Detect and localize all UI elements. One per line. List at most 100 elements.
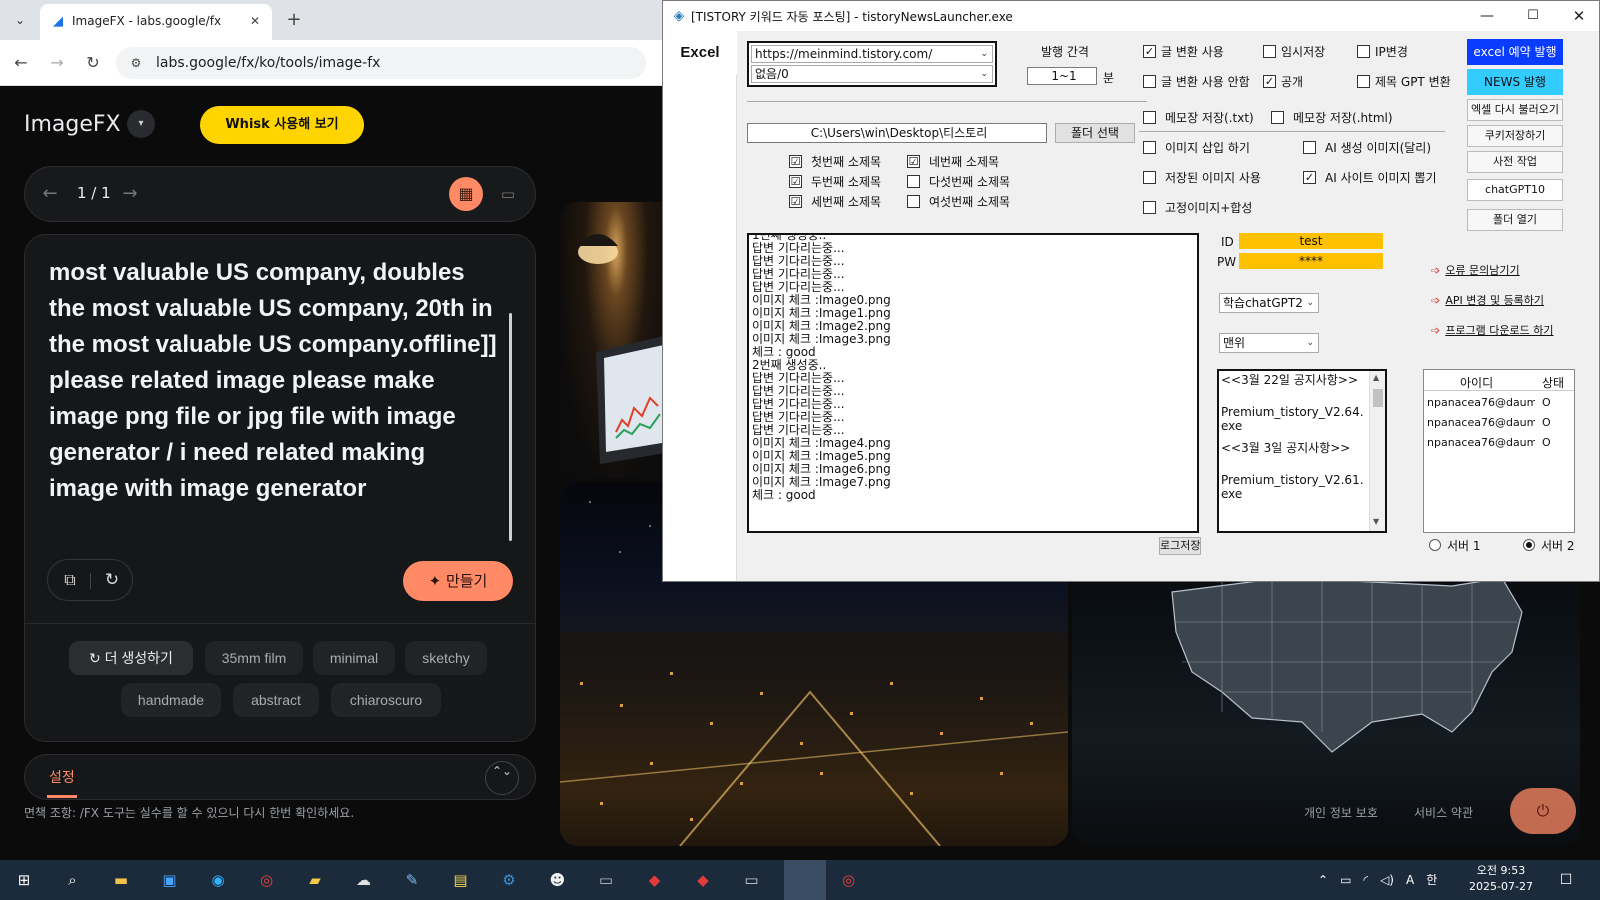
new-tab-icon[interactable]: + [282,8,306,32]
open-folder-button[interactable]: 폴더 열기 [1467,209,1563,231]
maximize-icon[interactable]: ☐ [1521,5,1545,27]
style-chip[interactable]: chiaroscuro [331,683,441,717]
excel-reload-button[interactable]: 엑셀 다시 불러오기 [1467,99,1563,121]
penguin-icon[interactable]: ☻ [544,866,572,894]
server-2-radio[interactable] [1523,539,1535,551]
account-id[interactable]: npanacea76@daum [1427,396,1535,409]
clock[interactable]: 오전 9:53 2025-07-27 [1456,863,1546,895]
close-icon[interactable]: ✕ [246,12,264,30]
ip-change-checkbox[interactable] [1357,45,1370,58]
sticky-notes-icon[interactable]: ▤ [447,866,475,894]
style-chip[interactable]: abstract [233,683,319,717]
subtitle-1-checkbox[interactable]: ☑ [789,155,802,168]
excel-reserve-button[interactable]: excel 예약 발행 [1467,39,1563,65]
whisk-try-button[interactable]: Whisk 사용해 보기 [200,106,364,144]
subtitle-5-checkbox[interactable] [907,175,920,188]
server-1-radio[interactable] [1429,539,1441,551]
interval-input[interactable]: 1~1 [1027,67,1097,85]
notification-icon[interactable]: ☐ [1556,870,1576,890]
scroll-thumb[interactable] [1373,389,1383,407]
network-icon[interactable]: ◜ [1363,873,1368,887]
expand-collapse-icon[interactable]: ⌃⌄ [485,761,519,795]
subtitle-2-checkbox[interactable]: ☑ [789,175,802,188]
red-app-icon-2[interactable]: ◆ [689,866,717,894]
style-chip[interactable]: sketchy [405,641,487,675]
subtitle-6-checkbox[interactable] [907,195,920,208]
url-text[interactable]: labs.google/fx/ko/tools/image-fx [156,55,380,71]
chevron-down-icon[interactable]: ▾ [127,110,155,138]
pre-work-button[interactable]: 사전 작업 [1467,151,1563,173]
arrow-left-icon[interactable]: ← [37,181,63,207]
file-explorer-icon[interactable]: ▬ [107,866,135,894]
subtitle-4-checkbox[interactable]: ☑ [907,155,920,168]
window-titlebar[interactable]: ◈ [TISTORY 키워드 자동 포스팅] - tistoryNewsLaun… [663,1,1599,31]
memo-html-checkbox[interactable] [1271,111,1284,124]
blog-url-combo[interactable]: https://meinmind.tistory.com/ ⌄ [751,45,993,63]
text-convert-checkbox[interactable]: ✓ [1143,45,1156,58]
error-inquiry-link[interactable]: ➩ 오류 문의남기기 [1431,259,1520,278]
tab-search-dropdown-icon[interactable]: ⌄ [8,8,32,32]
feedback-icon[interactable]: ⏻ [1510,788,1576,834]
arrow-right-icon[interactable]: → [117,181,143,207]
error-inquiry-label[interactable]: 오류 문의남기기 [1445,264,1519,277]
edge-icon[interactable]: ◉ [204,866,232,894]
scroll-down-icon[interactable]: ▼ [1373,517,1379,526]
close-icon[interactable]: ✕ [1567,5,1591,27]
copy-icon[interactable]: ⧉ [58,568,82,592]
position-combo[interactable]: 맨위 ⌄ [1219,333,1319,353]
windows-start-icon[interactable]: ⊞ [10,866,38,894]
api-change-label[interactable]: API 변경 및 등록하기 [1445,294,1544,307]
ai-image-dalle-checkbox[interactable] [1303,141,1316,154]
chrome-icon[interactable]: ◎ [253,866,281,894]
style-chip[interactable]: 35mm film [205,641,303,675]
settings-label[interactable]: 설정 [49,767,75,787]
back-icon[interactable]: ← [8,50,34,76]
paint-icon[interactable]: ☁ [350,866,378,894]
minimize-icon[interactable]: — [1475,5,1499,27]
window-icon[interactable]: ▭ [592,866,620,894]
prompt-scrollbar[interactable] [509,313,512,541]
store-icon[interactable]: ▣ [156,866,184,894]
saved-image-checkbox[interactable] [1143,171,1156,184]
chatgpt-model-field[interactable]: chatGPT10 [1467,179,1563,201]
account-id[interactable]: npanacea76@daum [1427,436,1535,449]
font-icon[interactable]: A [1406,873,1414,887]
site-info-icon[interactable]: ⚙ [126,53,146,73]
chrome-icon-2[interactable]: ◎ [835,866,863,894]
notice-listbox[interactable]: <<3월 22일 공지사항>> Premium_tistory_V2.64.ex… [1217,369,1387,533]
accounts-list[interactable]: 아이디 상태 npanacea76@daum O npanacea76@daum… [1423,369,1575,533]
terms-link[interactable]: 서비스 약관 [1414,804,1473,821]
ime-korean-icon[interactable]: 한 [1426,873,1437,887]
window-icon-2[interactable]: ▭ [738,866,766,894]
reload-icon[interactable]: ↻ [80,50,106,76]
log-save-button[interactable]: 로그저장 [1159,537,1201,555]
program-download-link[interactable]: ➩ 프로그램 다운로드 하기 [1431,319,1554,338]
list-view-icon[interactable]: ▭ [491,177,525,211]
prompt-textarea[interactable]: most valuable US company, doubles the mo… [49,255,501,507]
public-checkbox[interactable]: ✓ [1263,75,1276,88]
api-change-link[interactable]: ➩ API 변경 및 등록하기 [1431,289,1544,308]
subtitle-3-checkbox[interactable]: ☑ [789,195,802,208]
browser-tab[interactable]: ◢ ImageFX - labs.google/fx ✕ [40,4,272,40]
reset-icon[interactable]: ↻ [100,568,124,592]
folder-path-input[interactable]: C:\Users\win\Desktop\티스토리 [747,123,1047,143]
log-textbox[interactable]: 1번째 생성중.. 답변 기다리는중... 답변 기다리는중... 답변 기다리는중.… [747,233,1199,533]
account-id[interactable]: npanacea76@daum [1427,416,1535,429]
tool-icon[interactable]: ✎ [398,866,426,894]
grid-view-icon[interactable]: ▦ [449,177,483,211]
scroll-up-icon[interactable]: ▲ [1373,373,1379,382]
title-gpt-checkbox[interactable] [1357,75,1370,88]
style-chip[interactable]: handmade [121,683,221,717]
create-button[interactable]: ✦ 만들기 [403,561,513,601]
insert-image-checkbox[interactable] [1143,141,1156,154]
model-combo[interactable]: 학습chatGPT2 ⌄ [1219,293,1319,313]
id-input[interactable]: test [1239,233,1383,249]
app-icon[interactable]: ⚙ [495,866,523,894]
forward-icon[interactable]: → [44,50,70,76]
style-chip[interactable]: minimal [313,641,395,675]
tab-excel[interactable]: Excel [663,31,737,75]
show-hidden-icons-icon[interactable]: ⌃ [1318,873,1328,887]
no-text-convert-checkbox[interactable] [1143,75,1156,88]
folder-select-button[interactable]: 폴더 선택 [1055,123,1135,143]
settings-bar[interactable]: 설정 ⌃⌄ [24,754,536,800]
